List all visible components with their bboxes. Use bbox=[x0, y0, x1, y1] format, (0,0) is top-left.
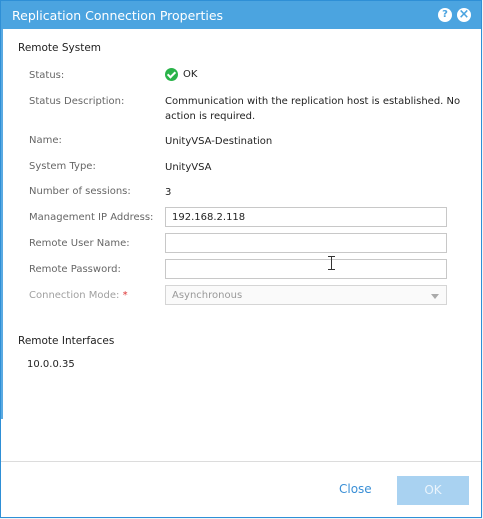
close-button[interactable]: Close bbox=[339, 482, 372, 496]
remote-system-heading: Remote System bbox=[18, 42, 102, 54]
connection-mode-value: Asynchronous bbox=[172, 290, 243, 301]
help-icon[interactable]: ? bbox=[438, 8, 452, 22]
status-description-line2: action is required. bbox=[165, 111, 256, 122]
sessions-value: 3 bbox=[165, 187, 172, 198]
connection-mode-select[interactable]: Asynchronous bbox=[165, 285, 447, 305]
status-text: OK bbox=[183, 69, 198, 80]
status-description-line1: Communication with the replication host … bbox=[165, 96, 461, 107]
remote-password-input[interactable] bbox=[165, 259, 447, 279]
name-value: UnityVSA-Destination bbox=[165, 136, 273, 147]
text-cursor-icon bbox=[328, 256, 336, 270]
dialog-footer: Close OK bbox=[1, 461, 481, 517]
replication-connection-properties-dialog: Replication Connection Properties ? × Re… bbox=[0, 0, 482, 518]
dialog-title: Replication Connection Properties bbox=[12, 8, 224, 23]
chevron-down-icon bbox=[431, 294, 439, 299]
ok-button[interactable]: OK bbox=[397, 476, 469, 505]
connection-mode-label-text: Connection Mode: bbox=[29, 290, 120, 301]
status-label: Status: bbox=[29, 70, 65, 81]
remote-interface-item: 10.0.0.35 bbox=[27, 359, 75, 370]
remote-user-input[interactable] bbox=[165, 233, 447, 253]
required-asterisk: * bbox=[122, 290, 128, 301]
mgmt-ip-input[interactable] bbox=[165, 207, 447, 227]
name-label: Name: bbox=[29, 135, 62, 146]
system-type-label: System Type: bbox=[29, 161, 96, 172]
close-icon[interactable]: × bbox=[457, 8, 471, 22]
mgmt-ip-label: Management IP Address: bbox=[29, 212, 154, 223]
connection-mode-label: Connection Mode: * bbox=[29, 290, 128, 301]
remote-password-label: Remote Password: bbox=[29, 264, 121, 275]
sessions-label: Number of sessions: bbox=[29, 186, 131, 197]
remote-user-label: Remote User Name: bbox=[29, 238, 130, 249]
left-accent-stripe bbox=[1, 29, 3, 419]
remote-interfaces-heading: Remote Interfaces bbox=[18, 335, 115, 347]
system-type-value: UnityVSA bbox=[165, 162, 212, 173]
status-description-label: Status Description: bbox=[29, 96, 125, 107]
status-value: OK bbox=[165, 68, 197, 81]
dialog-title-bar: Replication Connection Properties ? × bbox=[1, 1, 481, 29]
ok-check-icon bbox=[165, 68, 178, 81]
